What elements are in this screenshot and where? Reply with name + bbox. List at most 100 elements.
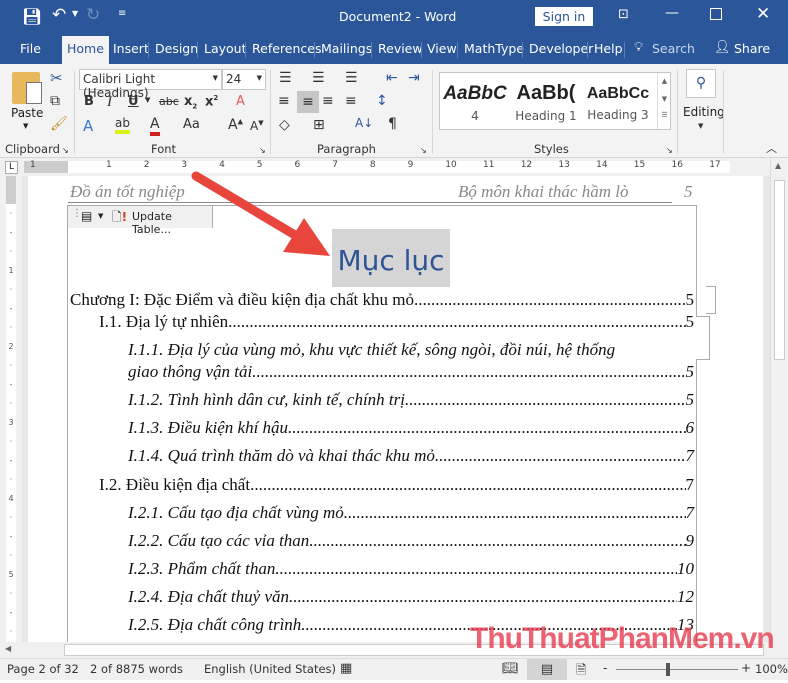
- maximize-button[interactable]: [710, 8, 722, 20]
- zoom-slider[interactable]: [616, 669, 738, 670]
- toc-entry[interactable]: I.1.1. Địa lý của vùng mỏ, khu vực thiết…: [128, 340, 694, 360]
- tab-selector-icon[interactable]: L: [5, 161, 18, 174]
- toc-entry-continued[interactable]: giao thông vận tải 5: [128, 362, 694, 382]
- share-button[interactable]: Share: [731, 40, 773, 64]
- numbering-icon[interactable]: ☰: [312, 70, 325, 86]
- toc-entry[interactable]: I.1.2. Tình hình dân cư, kinh tế, chính …: [128, 390, 694, 410]
- justify-icon[interactable]: ≡: [345, 93, 357, 109]
- zoom-in-button[interactable]: +: [741, 661, 751, 675]
- tab-home[interactable]: Home: [62, 36, 109, 64]
- page-count[interactable]: Page 2 of 32: [7, 662, 79, 676]
- document-page[interactable]: Đồ án tốt nghiệp Bộ môn khai thác hầm lò…: [28, 176, 763, 642]
- sort-icon[interactable]: A↓: [355, 116, 373, 130]
- change-case-icon[interactable]: Aa: [183, 117, 200, 132]
- clipboard-launcher-icon[interactable]: ↘: [62, 146, 69, 155]
- subscript-icon[interactable]: x2: [184, 94, 197, 111]
- horizontal-ruler[interactable]: L 1 1 2 3 4 5 6 7 8 9 10 11 12 13 14 15 16 17: [0, 158, 788, 176]
- toc-entry[interactable]: Chương I: Đặc Điểm và điều kiện địa chất…: [70, 290, 694, 310]
- tab-help[interactable]: Help: [591, 40, 626, 64]
- styles-scroll[interactable]: ▲ ▼ ☰: [657, 73, 671, 129]
- style-item-heading-1[interactable]: AaBb( Heading 1: [512, 73, 580, 129]
- toc-entry[interactable]: I.1.3. Điều kiện khí hậu 6: [128, 418, 694, 438]
- font-color-icon[interactable]: A: [150, 116, 160, 136]
- highlight-icon[interactable]: ab: [115, 116, 130, 134]
- zoom-out-button[interactable]: -: [603, 661, 607, 675]
- sign-in-button[interactable]: Sign in: [535, 7, 593, 26]
- superscript-icon[interactable]: x2: [205, 94, 218, 109]
- tab-insert[interactable]: Insert: [110, 40, 152, 64]
- clear-formatting-icon[interactable]: A: [236, 94, 245, 109]
- minimize-button[interactable]: —: [665, 5, 679, 21]
- grow-font-icon[interactable]: A▲: [228, 117, 243, 133]
- align-left-icon[interactable]: ≡: [278, 93, 290, 109]
- editing-button[interactable]: Editing: [683, 105, 725, 119]
- paste-button[interactable]: Paste: [11, 106, 43, 120]
- font-size-select[interactable]: 24 ▼: [222, 69, 266, 90]
- scroll-left-icon[interactable]: ◀: [5, 644, 11, 653]
- underline-icon[interactable]: U: [128, 94, 139, 109]
- ribbon-display-options-icon[interactable]: ⊡: [618, 7, 629, 22]
- print-layout-icon[interactable]: ▤: [527, 659, 567, 680]
- undo-dropdown-icon[interactable]: ▼: [72, 9, 78, 18]
- zoom-slider-thumb[interactable]: [666, 663, 670, 676]
- bullets-icon[interactable]: ☰: [279, 70, 292, 86]
- multilevel-list-icon[interactable]: ☰: [345, 70, 358, 86]
- update-table-button[interactable]: Update Table...: [132, 210, 212, 236]
- borders-icon[interactable]: ⊞: [313, 117, 325, 133]
- decrease-indent-icon[interactable]: ⇤: [386, 70, 398, 86]
- tab-developer[interactable]: Developer: [526, 40, 596, 64]
- text-effects-icon[interactable]: A: [83, 117, 93, 135]
- toc-entry[interactable]: I.2.4. Địa chất thuỷ văn 12: [128, 587, 694, 607]
- toc-entry[interactable]: I.2.3. Phẩm chất than 10: [128, 559, 694, 579]
- find-icon[interactable]: ⚲: [686, 69, 716, 98]
- paste-dropdown-icon[interactable]: ▼: [23, 122, 28, 130]
- align-center-icon[interactable]: ≡: [297, 91, 319, 113]
- toc-dropdown-icon[interactable]: ▼: [98, 212, 103, 220]
- bold-icon[interactable]: B: [84, 94, 94, 109]
- vertical-ruler[interactable]: · - · 1 · - · 2 · - · 3 · - · 4 · - · 5 · - ·: [0, 176, 22, 642]
- shading-icon[interactable]: ◇: [279, 117, 290, 133]
- toc-entry[interactable]: I.2.1. Cấu tạo địa chất vùng mỏ 7: [128, 503, 694, 523]
- toc-menu-icon[interactable]: ▤: [81, 209, 92, 223]
- format-painter-icon[interactable]: 🖌︎: [50, 116, 68, 132]
- italic-icon[interactable]: I: [107, 94, 112, 111]
- read-mode-icon[interactable]: 📖︎: [502, 661, 519, 676]
- macro-icon[interactable]: ▦: [340, 661, 352, 676]
- line-spacing-icon[interactable]: ↕: [376, 93, 388, 109]
- font-launcher-icon[interactable]: ↘: [259, 146, 266, 155]
- style-item-heading-3[interactable]: AaBbCc Heading 3: [582, 73, 654, 129]
- shrink-font-icon[interactable]: A▼: [250, 119, 264, 133]
- toc-entry[interactable]: I.1.4. Quá trình thăm dò và khai thác kh…: [128, 446, 694, 466]
- customize-toolbar-icon[interactable]: ≡: [118, 8, 126, 19]
- zoom-level[interactable]: 100%: [755, 662, 788, 676]
- save-icon[interactable]: 💾︎: [22, 7, 42, 26]
- tab-mailings[interactable]: Mailings: [318, 40, 375, 64]
- close-button[interactable]: ✕: [756, 4, 770, 24]
- tab-design[interactable]: Design: [152, 40, 201, 64]
- style-item-4[interactable]: AaBbC 4: [440, 73, 510, 129]
- underline-dropdown-icon[interactable]: ▼: [145, 96, 150, 104]
- increase-indent-icon[interactable]: ⇥: [408, 70, 420, 86]
- paragraph-launcher-icon[interactable]: ↘: [420, 146, 427, 155]
- tab-view[interactable]: View: [424, 40, 460, 64]
- cut-icon[interactable]: ✂: [50, 69, 63, 87]
- tab-review[interactable]: Review: [375, 40, 426, 64]
- language[interactable]: English (United States): [204, 662, 336, 676]
- copy-icon[interactable]: ⧉: [50, 93, 60, 109]
- search-box[interactable]: Search: [649, 40, 698, 64]
- toc-entry[interactable]: I.1. Địa lý tự nhiên 5: [99, 312, 694, 332]
- undo-icon[interactable]: ↶: [52, 5, 66, 25]
- collapse-ribbon-icon[interactable]: ︿: [766, 140, 777, 156]
- styles-launcher-icon[interactable]: ↘: [666, 146, 673, 155]
- tab-mathtype[interactable]: MathType: [461, 40, 527, 64]
- show-formatting-icon[interactable]: ¶: [388, 116, 397, 132]
- toc-entry[interactable]: I.2.2. Cấu tạo các vỉa than 9: [128, 531, 694, 551]
- vertical-scrollbar[interactable]: ▲: [770, 158, 788, 642]
- align-right-icon[interactable]: ≡: [322, 93, 334, 109]
- scroll-up-icon[interactable]: ▲: [775, 161, 781, 170]
- tab-file[interactable]: File: [17, 40, 44, 64]
- tab-layout[interactable]: Layout: [201, 40, 250, 64]
- strikethrough-icon[interactable]: abc: [159, 95, 179, 108]
- editing-dropdown-icon[interactable]: ▼: [698, 122, 703, 130]
- font-name-select[interactable]: Calibri Light (Headings) ▼: [79, 69, 222, 100]
